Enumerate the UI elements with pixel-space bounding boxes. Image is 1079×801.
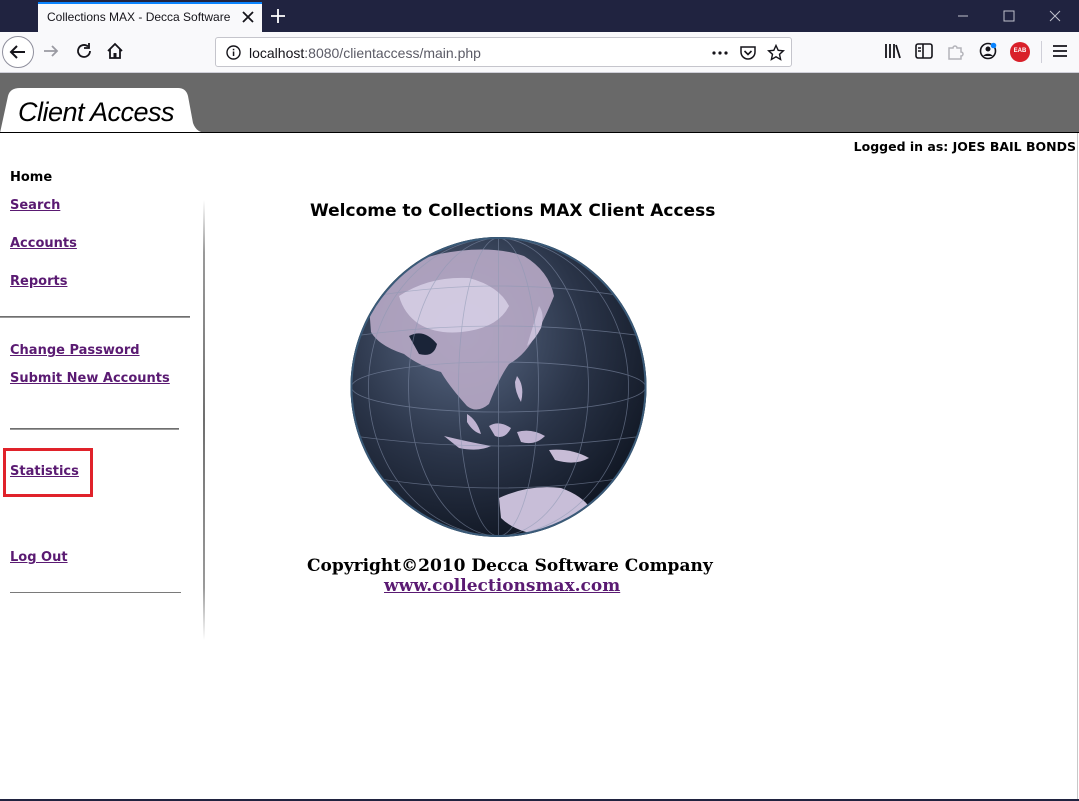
- url-text: localhost:8080/clientaccess/main.php: [249, 45, 481, 61]
- addon-badge-icon[interactable]: EAB: [1010, 42, 1030, 62]
- nav-link-logout[interactable]: Log Out: [10, 550, 68, 565]
- brand-title: Client Access: [18, 97, 175, 127]
- url-host: localhost: [249, 45, 305, 61]
- browser-toolbar: localhost:8080/clientaccess/main.php EAB: [0, 32, 1079, 73]
- copyright-text: Copyright©2010 Decca Software Company: [307, 556, 713, 576]
- account-icon[interactable]: [977, 40, 999, 62]
- url-path: :8080/clientaccess/main.php: [304, 45, 481, 61]
- extension-puzzle-icon[interactable]: [945, 40, 967, 62]
- nav-link-search[interactable]: Search: [10, 198, 60, 213]
- browser-tab-bar: Collections MAX - Decca Software Company: [0, 0, 1079, 32]
- content-divider: [203, 200, 205, 640]
- logged-in-label: Logged in as: JOES BAIL BONDS: [853, 139, 1076, 154]
- addon-badge-text: EAB: [1013, 48, 1027, 54]
- toolbar-separator: [1041, 41, 1042, 63]
- browser-tab[interactable]: Collections MAX - Decca Software Company: [38, 2, 262, 32]
- back-arrow-icon: [9, 45, 25, 59]
- reload-icon[interactable]: [73, 40, 95, 62]
- nav-divider-1: [0, 316, 190, 318]
- window-right-border: [1077, 133, 1078, 801]
- sidebar-toggle-icon[interactable]: [913, 40, 935, 62]
- close-tab-icon[interactable]: [240, 9, 256, 25]
- menu-hamburger-icon[interactable]: [1049, 40, 1071, 62]
- nav-link-reports[interactable]: Reports: [10, 274, 67, 289]
- maximize-icon[interactable]: [1001, 8, 1017, 24]
- pocket-icon[interactable]: [739, 44, 757, 62]
- back-button[interactable]: [2, 36, 34, 68]
- welcome-heading: Welcome to Collections MAX Client Access: [310, 201, 716, 221]
- home-icon[interactable]: [104, 40, 126, 62]
- window-close-icon[interactable]: [1047, 8, 1063, 24]
- site-url-link[interactable]: www.collectionsmax.com: [384, 576, 620, 596]
- address-bar[interactable]: localhost:8080/clientaccess/main.php: [215, 37, 792, 67]
- new-tab-icon[interactable]: [268, 6, 288, 26]
- nav-home-label: Home: [10, 170, 53, 185]
- globe-image: [350, 237, 647, 537]
- tab-title: Collections MAX - Decca Software Company: [47, 10, 231, 24]
- bookmark-star-icon[interactable]: [767, 44, 785, 62]
- nav-divider-2: [10, 428, 179, 430]
- minimize-icon[interactable]: [955, 8, 971, 24]
- nav-link-submit-new-accounts[interactable]: Submit New Accounts: [10, 371, 170, 386]
- nav-link-accounts[interactable]: Accounts: [10, 236, 77, 251]
- site-info-icon[interactable]: [225, 44, 242, 61]
- nav-link-change-password[interactable]: Change Password: [10, 343, 140, 358]
- library-icon[interactable]: [882, 40, 904, 62]
- statistics-highlight-box: [3, 448, 93, 497]
- forward-icon[interactable]: [40, 40, 62, 62]
- nav-divider-3: [10, 592, 181, 593]
- page-actions-icon[interactable]: [711, 44, 729, 62]
